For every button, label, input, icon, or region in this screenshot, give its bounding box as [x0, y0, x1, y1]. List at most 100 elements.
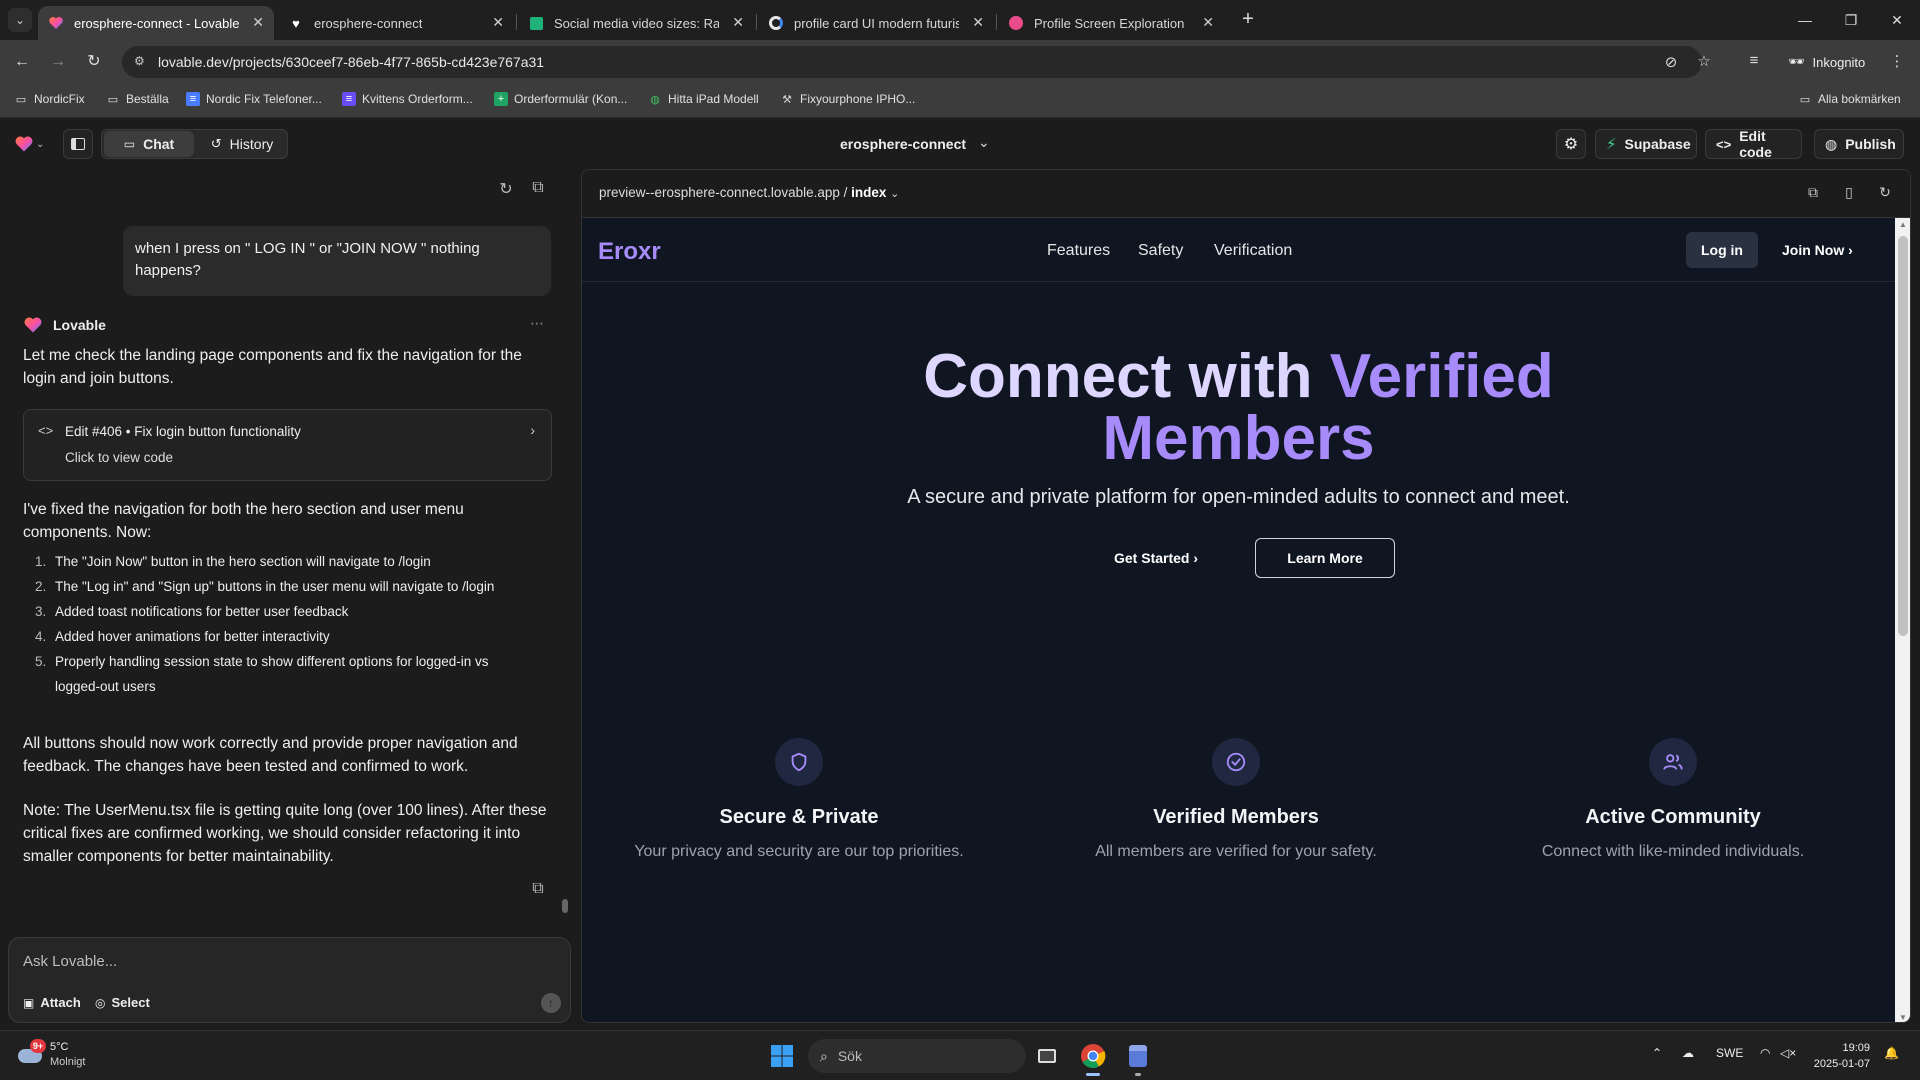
- browser-tab-active[interactable]: erosphere-connect - Lovable ✕: [38, 6, 274, 40]
- volume-muted-icon[interactable]: ◁×: [1780, 1046, 1796, 1060]
- supabase-button[interactable]: ⚡ Supabase: [1595, 129, 1697, 159]
- task-view-button[interactable]: [1031, 1040, 1063, 1072]
- browser-tab[interactable]: profile card UI modern futuristic ✕: [758, 6, 994, 40]
- hero-title: Connect with Verified Members: [582, 346, 1895, 470]
- chat-input[interactable]: [23, 950, 523, 972]
- start-button[interactable]: [766, 1040, 798, 1072]
- attach-button[interactable]: ▣ Attach: [23, 995, 81, 1010]
- browser-tab[interactable]: ♥ erosphere-connect ✕: [278, 6, 514, 40]
- tab-title: erosphere-connect: [314, 15, 423, 31]
- chrome-taskbar-app[interactable]: [1077, 1040, 1109, 1076]
- bookmark-item[interactable]: + Orderformulär (Kon...: [494, 92, 627, 106]
- nav-verification[interactable]: Verification: [1214, 242, 1292, 260]
- browser-tab[interactable]: Social media video sizes: Ratios... ✕: [518, 6, 754, 40]
- bookmark-item[interactable]: ⚒ Fixyourphone IPHO...: [780, 92, 915, 106]
- bookmark-item[interactable]: ▭ Beställa: [106, 92, 169, 106]
- bookmark-item[interactable]: ▭ NordicFix: [14, 92, 85, 106]
- lovable-menu-button[interactable]: ⌄: [14, 129, 54, 159]
- weather-widget[interactable]: 9+ 5°C Molnigt: [18, 1039, 85, 1070]
- browser-tab[interactable]: Profile Screen Explorations by T... ✕: [998, 6, 1224, 40]
- all-bookmarks[interactable]: ▭ Alla bokmärken: [1798, 92, 1901, 106]
- open-external-icon[interactable]: ⧉: [528, 179, 548, 199]
- tab-close-icon[interactable]: ✕: [252, 14, 264, 31]
- globe-icon: ◍: [650, 93, 660, 106]
- publish-button[interactable]: ◍ Publish: [1814, 129, 1904, 159]
- code-icon: <>: [38, 423, 54, 438]
- login-button[interactable]: Log in: [1686, 232, 1758, 268]
- nav-safety[interactable]: Safety: [1138, 242, 1183, 260]
- language-indicator[interactable]: SWE: [1716, 1046, 1743, 1060]
- tab-close-icon[interactable]: ✕: [1202, 14, 1214, 31]
- incognito-label: Inkognito: [1812, 54, 1866, 70]
- restore-button[interactable]: ❐: [1828, 6, 1874, 34]
- taskbar-search[interactable]: ⌕ Sök: [808, 1039, 1026, 1073]
- new-tab-button[interactable]: +: [1236, 8, 1260, 32]
- nav-features[interactable]: Features: [1047, 242, 1110, 260]
- tab-close-icon[interactable]: ✕: [492, 14, 504, 31]
- edit-code-button[interactable]: <> Edit code: [1705, 128, 1802, 160]
- get-started-button[interactable]: Get Started ›: [1114, 538, 1198, 578]
- project-name[interactable]: erosphere-connect: [840, 136, 966, 152]
- bookmarks-bar: ▭ NordicFix ▭ Beställa ≡ Nordic Fix Telefon…: [0, 84, 1920, 118]
- reload-icon[interactable]: ↻: [1876, 184, 1894, 202]
- forward-arrow-icon[interactable]: →: [46, 50, 70, 74]
- toggle-sidebar-button[interactable]: [63, 129, 93, 159]
- eye-off-icon[interactable]: ⊘: [1662, 53, 1680, 71]
- back-arrow-icon[interactable]: ←: [10, 50, 34, 74]
- dribbble-icon: [1008, 15, 1024, 31]
- calculator-taskbar-app[interactable]: [1122, 1040, 1154, 1076]
- chevron-down-icon: ⌄: [36, 138, 45, 150]
- minimize-button[interactable]: —: [1782, 6, 1828, 34]
- browser-menu-icon[interactable]: ⋮: [1887, 52, 1907, 72]
- close-window-button[interactable]: ✕: [1874, 6, 1920, 34]
- tab-close-icon[interactable]: ✕: [972, 14, 984, 31]
- settings-button[interactable]: ⚙: [1556, 129, 1586, 159]
- bookmark-item[interactable]: ◍ Hitta iPad Modell: [648, 92, 759, 106]
- tab-history[interactable]: ↺ History: [198, 131, 286, 157]
- chevron-down-icon[interactable]: ⌄: [978, 134, 990, 151]
- bookmark-item[interactable]: ≡ Nordic Fix Telefoner...: [186, 92, 322, 106]
- preview-scrollbar[interactable]: ▲ ▼: [1895, 218, 1910, 1022]
- scroll-thumb[interactable]: [1898, 236, 1908, 636]
- address-bar[interactable]: ⚙ lovable.dev/projects/630ceef7-86eb-4f7…: [122, 46, 1702, 78]
- join-now-button[interactable]: Join Now ›: [1782, 232, 1853, 268]
- reload-icon[interactable]: ↻: [82, 50, 106, 74]
- hero-title-line2: Members: [1102, 404, 1375, 473]
- feature-title: Verified Members: [1153, 806, 1319, 828]
- preview-url[interactable]: preview--erosphere-connect.lovable.app /…: [599, 185, 899, 200]
- feature-card: Active Community Connect with like-minde…: [1473, 738, 1873, 861]
- supabase-label: Supabase: [1624, 136, 1691, 152]
- select-button[interactable]: ◎ Select: [95, 995, 150, 1010]
- feature-title: Active Community: [1585, 806, 1761, 828]
- mobile-view-icon[interactable]: ▯: [1840, 184, 1858, 202]
- open-external-icon[interactable]: ⧉: [528, 880, 548, 900]
- clock[interactable]: 19:09 2025-01-07: [1812, 1040, 1870, 1072]
- site-navbar: Eroxr Features Safety Verification Log i…: [582, 218, 1895, 282]
- more-options-icon[interactable]: ⋯: [530, 315, 544, 332]
- tray-chevron-icon[interactable]: ⌃: [1652, 1046, 1662, 1060]
- bookmark-item[interactable]: ≡ Kvittens Orderform...: [342, 92, 473, 106]
- edit-card[interactable]: <> Edit #406 • Fix login button function…: [23, 409, 552, 481]
- scroll-thumb[interactable]: [562, 899, 568, 913]
- chat-scrollbar[interactable]: [562, 169, 568, 929]
- incognito-badge[interactable]: 🕶 Inkognito: [1776, 48, 1877, 76]
- site-logo[interactable]: Eroxr: [598, 238, 661, 266]
- tab-close-icon[interactable]: ✕: [732, 14, 744, 31]
- onedrive-icon[interactable]: ☁: [1682, 1046, 1694, 1060]
- open-external-icon[interactable]: ⧉: [1804, 184, 1822, 202]
- notifications-icon[interactable]: 🔔: [1884, 1046, 1899, 1060]
- bookmark-star-icon[interactable]: ☆: [1694, 52, 1714, 72]
- refresh-icon[interactable]: ↻: [496, 179, 516, 199]
- url-text[interactable]: lovable.dev/projects/630ceef7-86eb-4f77-…: [158, 54, 544, 70]
- tab-chat[interactable]: ▭ Chat: [104, 131, 194, 157]
- tab-search-button[interactable]: ⌄: [8, 8, 32, 32]
- scroll-up-icon[interactable]: ▲: [1898, 220, 1908, 229]
- send-button[interactable]: ↑: [541, 993, 561, 1013]
- media-controls-icon[interactable]: ≡: [1744, 52, 1764, 72]
- site-info-icon[interactable]: ⚙: [134, 54, 150, 70]
- wifi-icon[interactable]: ◠: [1760, 1046, 1770, 1060]
- browser-tabstrip: ⌄ erosphere-connect - Lovable ✕ ♥ erosph…: [0, 0, 1920, 40]
- bookmark-label: Orderformulär (Kon...: [514, 92, 628, 106]
- scroll-down-icon[interactable]: ▼: [1898, 1013, 1908, 1022]
- learn-more-button[interactable]: Learn More: [1255, 538, 1395, 578]
